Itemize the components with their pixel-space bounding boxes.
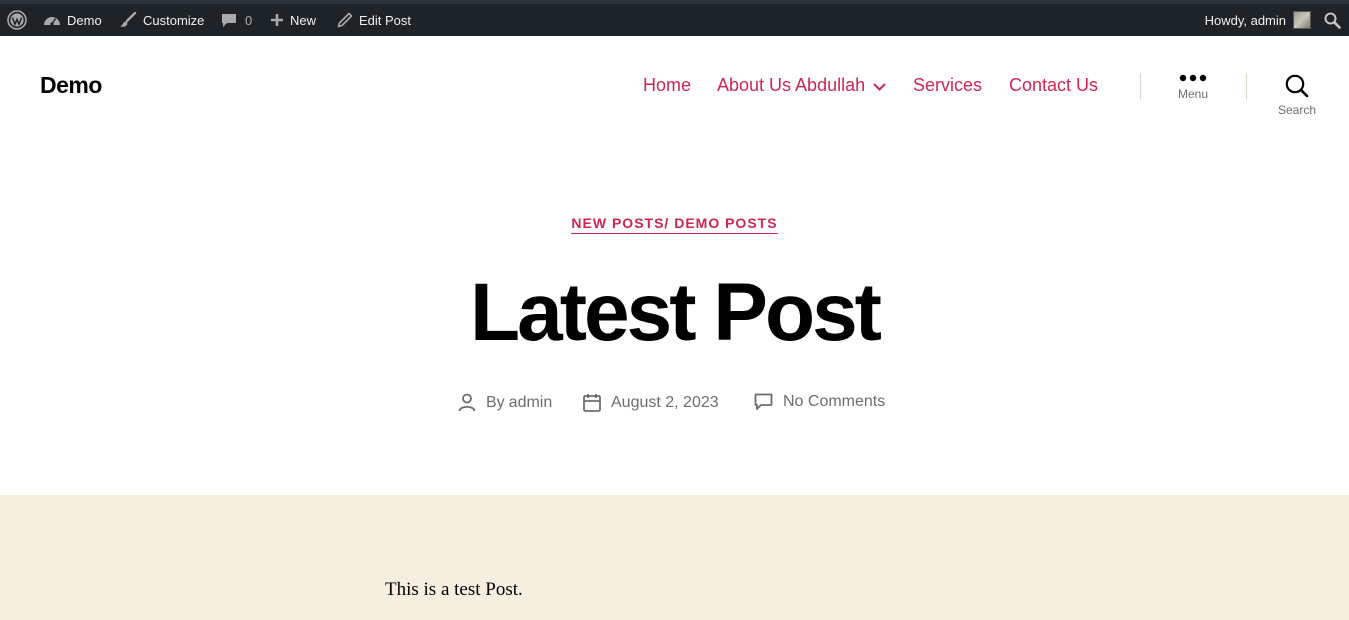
site-title[interactable]: Demo: [40, 72, 102, 99]
comment-icon: [754, 393, 773, 410]
search-toggle-button[interactable]: Search: [1262, 74, 1332, 117]
post-date: August 2, 2023: [583, 393, 719, 412]
comment-bubble-icon: [222, 14, 236, 27]
customize-link[interactable]: Customize: [119, 4, 204, 36]
pencil-icon: [337, 12, 353, 28]
header-divider: [1246, 73, 1247, 100]
new-content-link[interactable]: New: [270, 4, 316, 36]
search-toggle-label: Search: [1277, 103, 1317, 117]
search-icon: [1285, 74, 1309, 98]
new-label: New: [290, 12, 317, 28]
post-comments: No Comments: [754, 393, 885, 411]
my-account-link[interactable]: Howdy, admin: [1205, 4, 1311, 36]
nav-item-about-label: About Us Abdullah: [717, 75, 866, 95]
comments-link[interactable]: No Comments: [783, 393, 885, 411]
post-author: By admin: [458, 393, 552, 412]
avatar: [1293, 11, 1311, 29]
wordpress-logo-icon: [7, 10, 27, 30]
header-divider: [1140, 73, 1141, 100]
comments-link[interactable]: 0: [221, 4, 252, 36]
search-icon: [1324, 12, 1341, 29]
post-content-area: [0, 495, 1349, 620]
edit-post-label: Edit Post: [359, 12, 412, 28]
calendar-icon: [583, 394, 601, 412]
nav-item-home[interactable]: Home: [643, 75, 691, 96]
author-link[interactable]: admin: [509, 394, 553, 412]
post-categories: NEW POSTS/ DEMO POSTS: [0, 215, 1349, 234]
admin-search-button[interactable]: [1324, 4, 1341, 36]
person-icon: [458, 393, 476, 412]
plus-icon: [271, 14, 283, 26]
post-title: Latest Post: [470, 267, 882, 358]
nav-item-about[interactable]: About Us Abdullah: [717, 75, 886, 96]
comments-count: 0: [245, 12, 253, 28]
category-link[interactable]: NEW POSTS/ DEMO POSTS: [571, 215, 778, 234]
brush-icon: [120, 11, 137, 27]
menu-toggle-button[interactable]: Menu: [1158, 74, 1228, 101]
edit-post-link[interactable]: Edit Post: [337, 4, 411, 36]
dashboard-icon: [44, 17, 60, 26]
ellipsis-icon: [1179, 74, 1207, 82]
customize-label: Customize: [143, 12, 205, 28]
site-name-label: Demo: [67, 12, 102, 28]
wordpress-menu[interactable]: [7, 4, 27, 36]
nav-item-services[interactable]: Services: [913, 75, 982, 96]
admin-bar: Demo Customize 0 New Edit Post Howdy, ad…: [0, 0, 1349, 36]
site-name-link[interactable]: Demo: [43, 4, 102, 36]
date-link[interactable]: August 2, 2023: [611, 394, 719, 412]
nav-item-contact[interactable]: Contact Us: [1009, 75, 1098, 96]
menu-toggle-label: Menu: [1177, 87, 1209, 101]
post-body: This is a test Post.: [385, 579, 523, 600]
author-prefix: By: [486, 393, 505, 411]
howdy-label: Howdy, admin: [1204, 12, 1286, 28]
chevron-down-icon[interactable]: [873, 82, 886, 91]
